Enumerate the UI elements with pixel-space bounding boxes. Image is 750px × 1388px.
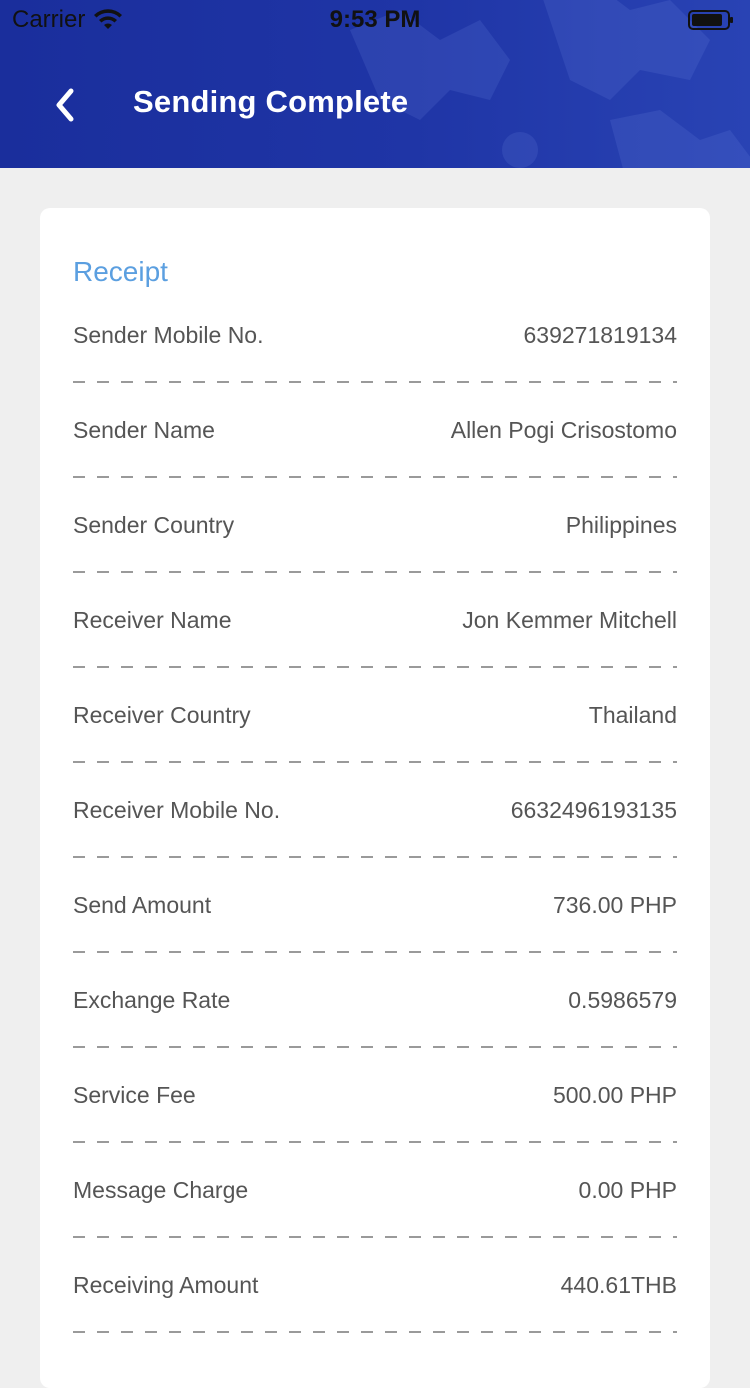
dashed-divider [73, 856, 677, 858]
receipt-row-send-amount: Send Amount 736.00 PHP [73, 873, 677, 968]
dashed-divider [73, 1141, 677, 1143]
status-time: 9:53 PM [329, 6, 421, 33]
row-label: Send Amount [73, 892, 212, 918]
receipt-title: Receipt [73, 256, 168, 287]
row-label: Message Charge [73, 1177, 249, 1203]
row-value: 736.00 PHP [552, 892, 677, 918]
row-value: Jon Kemmer Mitchell [462, 607, 677, 633]
row-value: 6632496193135 [510, 797, 677, 823]
back-button[interactable] [40, 80, 90, 130]
dashed-divider [73, 1046, 677, 1048]
row-label: Receiver Country [73, 702, 251, 728]
dashed-divider [73, 761, 677, 763]
row-value: 440.61THB [560, 1272, 677, 1298]
row-label: Receiving Amount [73, 1272, 259, 1298]
dashed-divider [73, 381, 677, 383]
receipt-card: Receipt Sender Mobile No. 639271819134 S… [40, 208, 710, 1388]
dashed-divider [73, 1331, 677, 1333]
row-label: Sender Country [73, 512, 235, 538]
receipt-row-service-fee: Service Fee 500.00 PHP [73, 1063, 677, 1158]
row-label: Receiver Mobile No. [73, 797, 281, 823]
dashed-divider [73, 571, 677, 573]
receipt-rows: Sender Mobile No. 639271819134 Sender Na… [73, 303, 677, 1348]
receipt-row-sender-name: Sender Name Allen Pogi Crisostomo [73, 398, 677, 493]
row-value: Philippines [565, 512, 677, 538]
receipt-row-receiver-country: Receiver Country Thailand [73, 683, 677, 778]
row-value: 0.00 PHP [578, 1177, 677, 1203]
nav-bar: Sending Complete [0, 40, 750, 168]
row-label: Service Fee [73, 1082, 196, 1108]
row-label: Exchange Rate [73, 987, 231, 1013]
status-bar: Carrier 9:53 PM [0, 0, 750, 40]
row-label: Sender Mobile No. [73, 322, 264, 348]
page-title: Sending Complete [133, 84, 409, 119]
row-value: 500.00 PHP [552, 1082, 677, 1108]
dashed-divider [73, 1236, 677, 1238]
row-value: 0.5986579 [568, 987, 677, 1013]
header: Carrier 9:53 PM Sending Complete [0, 0, 750, 168]
dashed-divider [73, 476, 677, 478]
receipt-row-message-charge: Message Charge 0.00 PHP [73, 1158, 677, 1253]
receipt-row-exchange-rate: Exchange Rate 0.5986579 [73, 968, 677, 1063]
receipt-row-receiver-name: Receiver Name Jon Kemmer Mitchell [73, 588, 677, 683]
receipt-row-sender-mobile: Sender Mobile No. 639271819134 [73, 303, 677, 398]
battery-icon [688, 10, 733, 30]
row-value: Allen Pogi Crisostomo [450, 417, 677, 443]
row-label: Sender Name [73, 417, 215, 443]
row-value: Thailand [588, 702, 677, 728]
receipt-row-sender-country: Sender Country Philippines [73, 493, 677, 588]
row-value: 639271819134 [523, 322, 678, 348]
dashed-divider [73, 666, 677, 668]
receipt-row-receiver-mobile: Receiver Mobile No. 6632496193135 [73, 778, 677, 873]
dashed-divider [73, 951, 677, 953]
row-label: Receiver Name [73, 607, 232, 633]
chevron-left-icon [56, 88, 74, 122]
